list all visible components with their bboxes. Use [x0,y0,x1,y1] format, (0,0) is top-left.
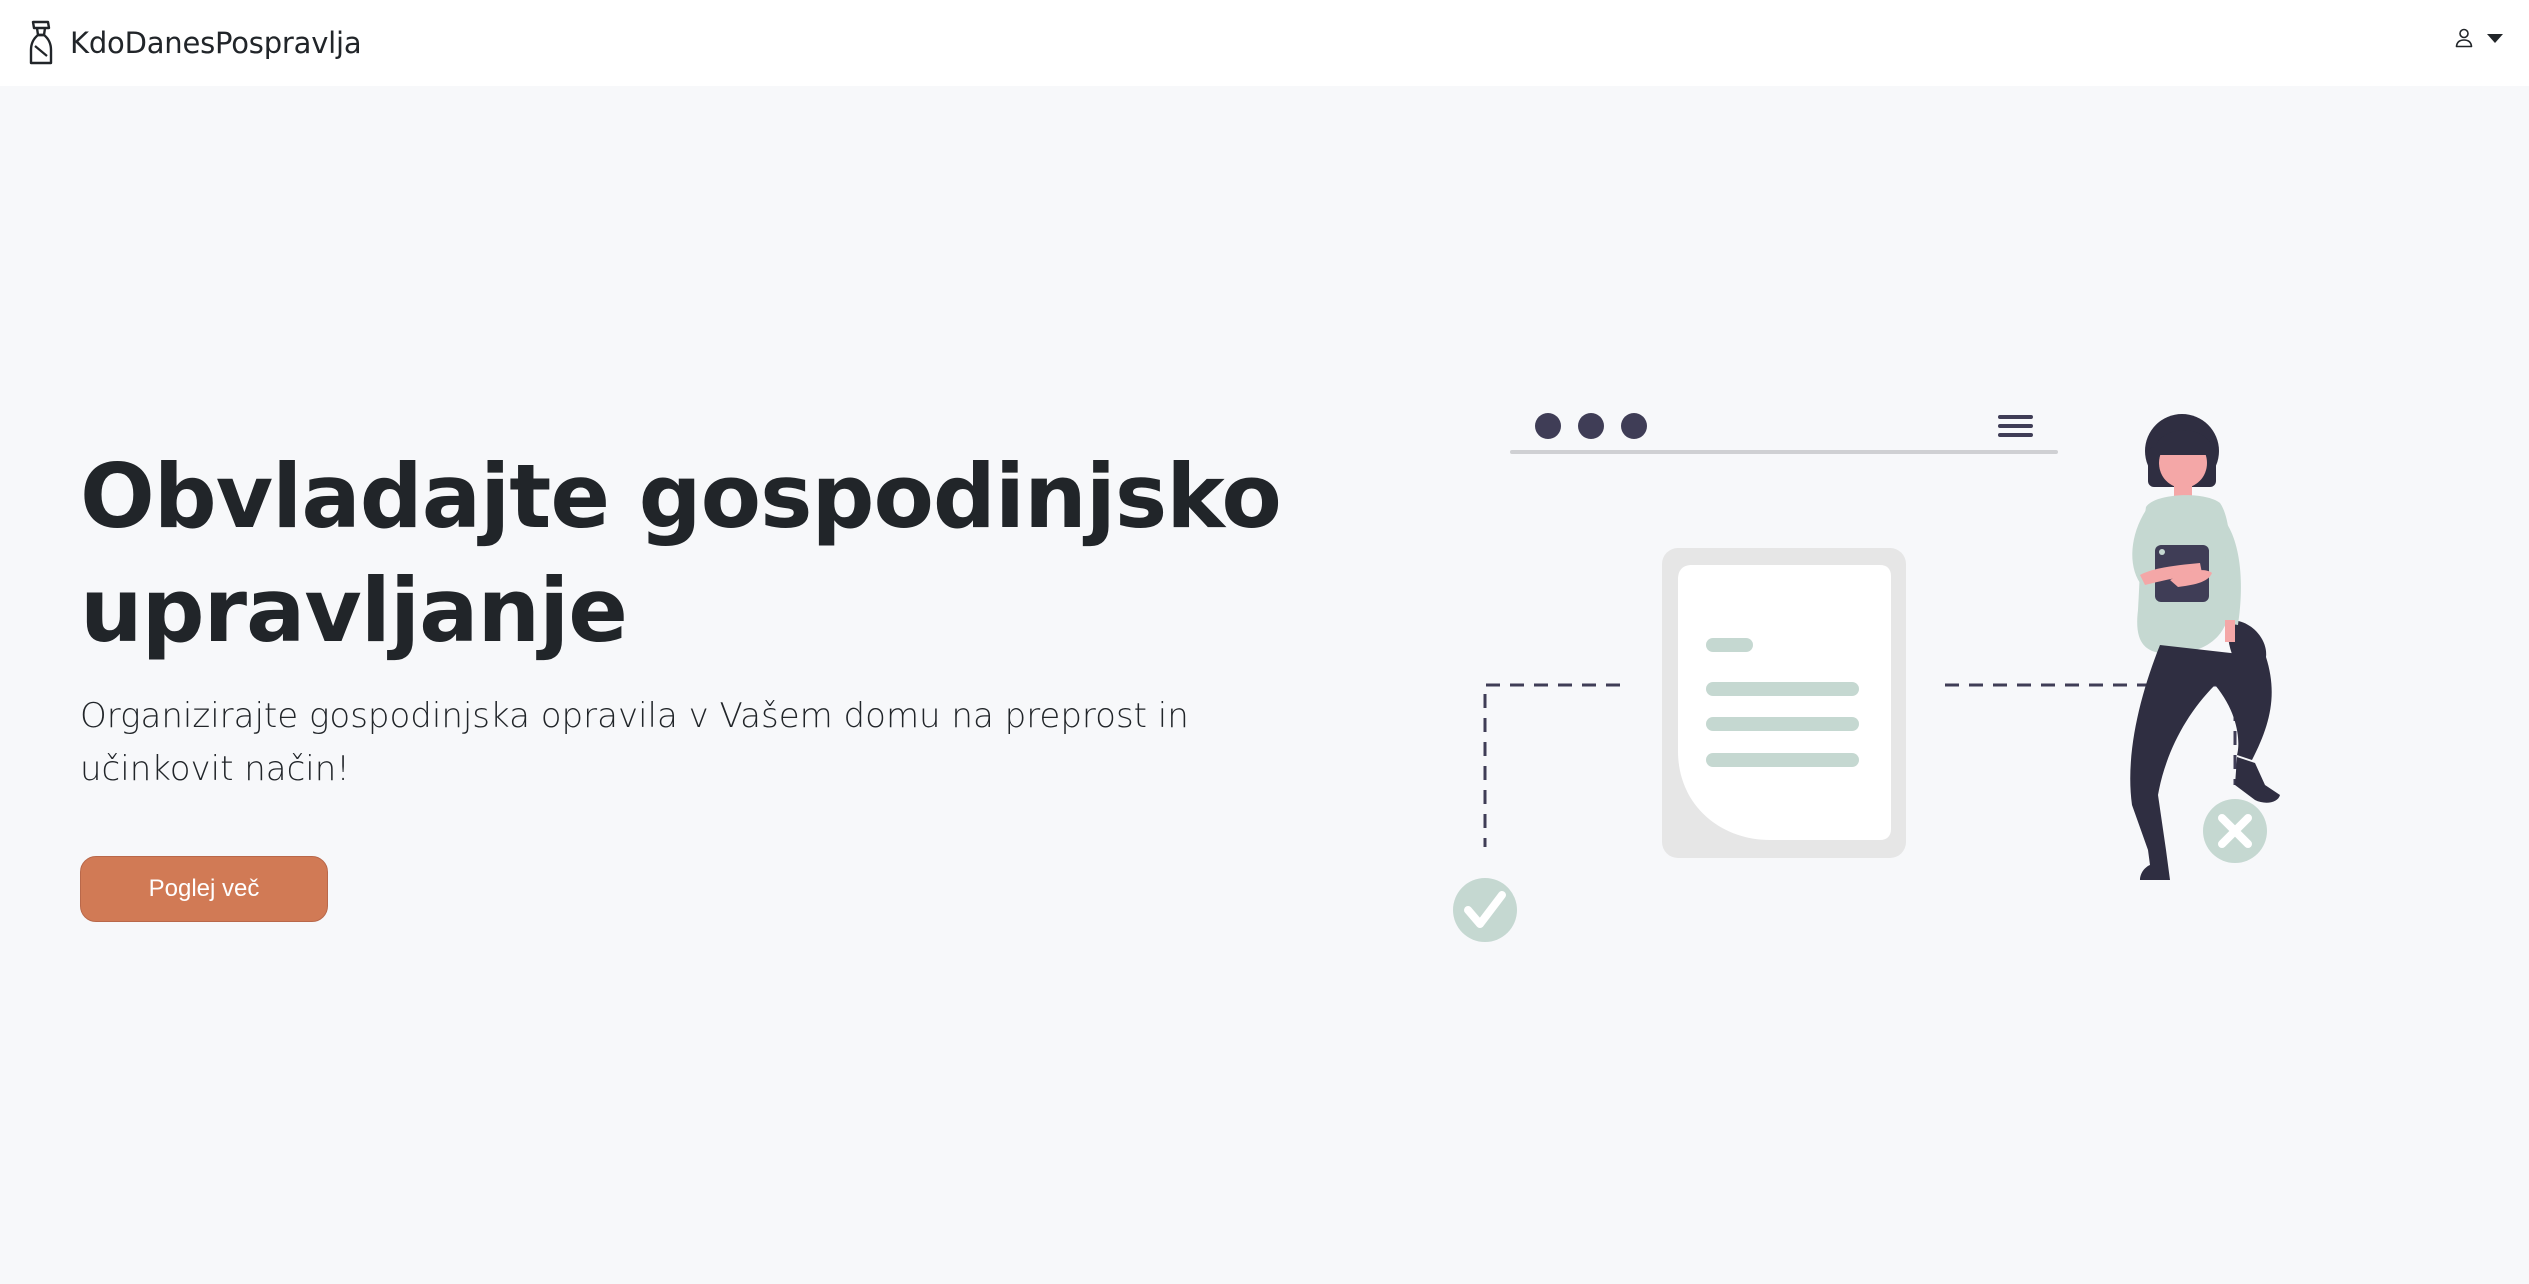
document-graphic [1662,548,1906,858]
brand-link[interactable]: KdoDanesPospravlja [26,18,362,68]
hero-illustration [1453,413,2280,942]
hero-title: Obvladajte gospodinjsko upravljanje [80,445,1282,662]
top-navbar: KdoDanesPospravlja [0,0,2529,86]
brand-name: KdoDanesPospravlja [70,26,362,60]
check-icon [1453,878,1517,942]
chevron-down-icon [2487,33,2503,43]
hero-text: Obvladajte gospodinjsko upravljanje Orga… [80,440,1320,796]
user-menu-dropdown[interactable] [2455,28,2503,48]
hero-subtitle: Organizirajte gospodinjska opravila v Va… [80,696,1189,789]
person-icon [2455,28,2473,48]
browser-bar-graphic [1510,413,2058,454]
spray-bottle-icon [29,20,53,65]
view-more-button[interactable]: Poglej več [80,856,328,922]
close-icon [2203,799,2267,863]
